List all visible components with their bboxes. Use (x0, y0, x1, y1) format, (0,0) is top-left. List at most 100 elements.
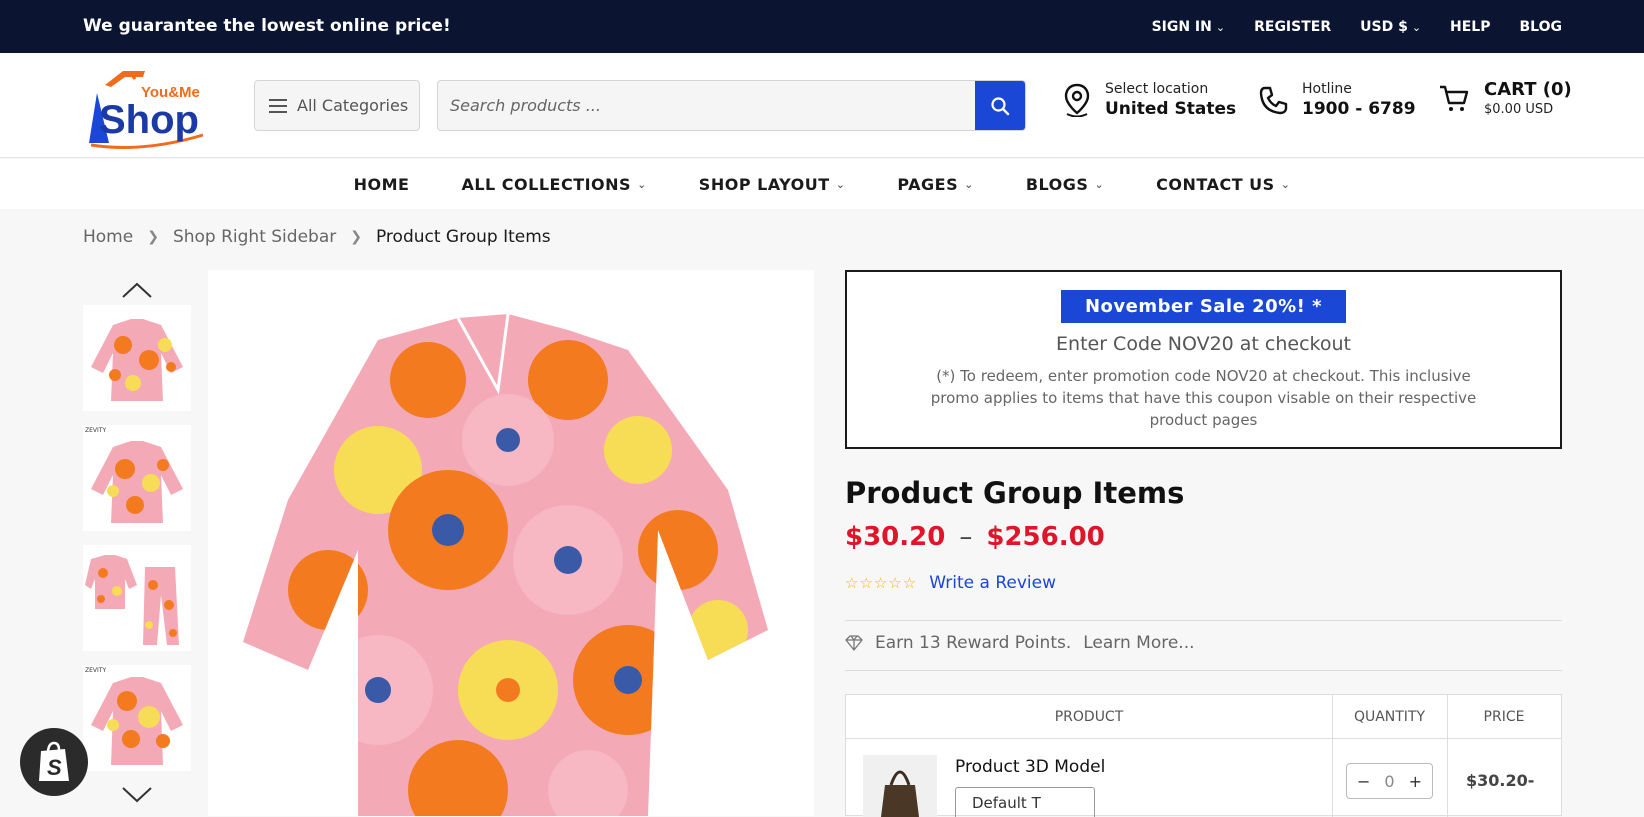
chevron-down-icon: ⌄ (1280, 177, 1291, 191)
svg-text:S: S (47, 755, 62, 780)
thumbnail-2[interactable]: ZEVITY (83, 425, 191, 531)
product-price-range: $30.20 – $256.00 (845, 522, 1105, 552)
chevron-down-icon[interactable] (121, 785, 153, 805)
hotline-label: Hotline (1302, 81, 1352, 97)
sale-badge: November Sale 20%! * (1060, 290, 1347, 323)
divider (845, 670, 1562, 671)
product-thumbnail[interactable] (863, 755, 937, 817)
help-link[interactable]: HELP (1450, 19, 1490, 35)
price-low: $30.20 (845, 522, 946, 552)
hamburger-menu-icon (269, 98, 287, 113)
row-price: $30.20- (1466, 771, 1535, 790)
thumbnail-4[interactable]: ZEVITY (83, 665, 191, 771)
top-links: SIGN IN ⌄ REGISTER USD $ ⌄ HELP BLOG (1152, 0, 1562, 53)
product-group-table: PRODUCT QUANTITY PRICE Product 3D Model … (845, 694, 1562, 817)
outfit-thumbnail-image (85, 555, 179, 645)
logo-main-text: Shop (99, 98, 199, 142)
chevron-down-icon: ⌄ (1215, 20, 1226, 34)
top-bar: We guarantee the lowest online price! SI… (0, 0, 1644, 53)
chevron-down-icon: ⌄ (1411, 20, 1422, 34)
quantity-decrease-button[interactable]: − (1357, 772, 1370, 791)
product-row-name[interactable]: Product 3D Model (955, 757, 1105, 777)
cart-label: CART (0) (1484, 79, 1572, 100)
variant-select[interactable]: Default T (955, 787, 1095, 817)
shirt-thumbnail-image (91, 319, 183, 401)
shirt-thumbnail-image (91, 441, 183, 523)
thumbnail-3[interactable] (83, 545, 191, 651)
chevron-down-icon: ⌄ (637, 177, 647, 191)
location-pin-icon (1064, 83, 1090, 117)
reward-points: Earn 13 Reward Points. Learn More... (845, 633, 1195, 653)
product-title: Product Group Items (845, 476, 1185, 510)
cart-icon (1440, 85, 1469, 111)
shopify-badge[interactable]: S (20, 728, 88, 796)
reward-text: Earn 13 Reward Points. (875, 633, 1072, 653)
search-button[interactable] (975, 81, 1025, 130)
blog-link[interactable]: BLOG (1520, 19, 1563, 35)
search-icon (991, 96, 1010, 115)
promo-description: (*) To redeem, enter promotion code NOV2… (930, 367, 1477, 429)
review-row: ☆☆☆☆☆ Write a Review (845, 573, 1056, 593)
thumbnail-1[interactable] (83, 305, 191, 411)
breadcrumb-home[interactable]: Home (83, 227, 133, 247)
location-label: Select location (1105, 81, 1209, 97)
site-logo[interactable]: You&Me Shop (83, 63, 218, 149)
nav-item-home[interactable]: HOME (354, 175, 410, 194)
currency-select[interactable]: USD $ ⌄ (1360, 19, 1421, 35)
nav-item-contact-us[interactable]: CONTACT US ⌄ (1156, 175, 1290, 194)
search-input[interactable] (438, 81, 977, 130)
nav-item-blogs[interactable]: BLOGS ⌄ (1026, 175, 1104, 194)
breadcrumb-current: Product Group Items (375, 227, 551, 247)
hotline[interactable]: Hotline 1900 - 6789 (1258, 81, 1416, 119)
phone-icon (1259, 86, 1288, 115)
sign-in-link[interactable]: SIGN IN ⌄ (1152, 19, 1226, 35)
variant-value: Default T (972, 794, 1041, 812)
quantity-stepper[interactable]: − 0 + (1346, 763, 1433, 799)
table-row: Product 3D Model Default T − 0 + $30.20- (846, 739, 1561, 817)
main-nav: HOME ALL COLLECTIONS ⌄ SHOP LAYOUT ⌄ PAGES… (0, 159, 1644, 209)
shop-bag-logo-icon: You&Me Shop (89, 71, 204, 149)
promo-code-text: Enter Code NOV20 at checkout (1056, 333, 1351, 355)
bag-image (881, 770, 919, 817)
nav-item-shop-layout[interactable]: SHOP LAYOUT ⌄ (699, 175, 846, 194)
chevron-down-icon: ⌄ (964, 177, 974, 191)
chevron-up-icon[interactable] (121, 280, 153, 300)
location-selector[interactable]: Select location United States (1063, 81, 1236, 119)
star-rating: ☆☆☆☆☆ (845, 574, 918, 592)
nav-item-pages[interactable]: PAGES ⌄ (897, 175, 973, 194)
thumbnail-brand-label: ZEVITY (85, 667, 107, 674)
chevron-down-icon: ⌄ (1094, 177, 1105, 191)
all-categories-button[interactable]: All Categories (254, 80, 420, 131)
cart-total: $0.00 USD (1484, 102, 1554, 117)
shopify-bag-icon: S (39, 741, 69, 781)
floral-shirt-image (243, 313, 768, 816)
learn-more-link[interactable]: Learn More... (1083, 633, 1194, 653)
breadcrumb: Home ❯ Shop Right Sidebar ❯ Product Grou… (83, 227, 551, 247)
quantity-value[interactable]: 0 (1384, 772, 1394, 791)
diamond-icon (845, 635, 863, 651)
register-link[interactable]: REGISTER (1254, 19, 1331, 35)
shirt-thumbnail-image (91, 677, 183, 765)
price-high: $256.00 (986, 522, 1105, 552)
breadcrumb-shop-right-sidebar[interactable]: Shop Right Sidebar (173, 227, 336, 247)
all-categories-label: All Categories (297, 96, 409, 115)
price-separator: – (959, 522, 973, 552)
chevron-down-icon: ⌄ (835, 177, 846, 191)
cart-button[interactable]: CART (0) $0.00 USD (1438, 79, 1572, 117)
quantity-increase-button[interactable]: + (1409, 772, 1422, 791)
promo-message: We guarantee the lowest online price! (83, 16, 451, 36)
write-review-link[interactable]: Write a Review (929, 573, 1056, 593)
promo-banner: November Sale 20%! * Enter Code NOV20 at… (845, 270, 1562, 449)
thumbnail-brand-label: ZEVITY (85, 427, 107, 434)
thumbnail-gallery: ZEVITY ZEVITY (83, 275, 191, 815)
site-header: You&Me Shop All Categories Select locati… (0, 53, 1644, 158)
product-main-image[interactable] (208, 270, 814, 816)
hotline-number: 1900 - 6789 (1302, 99, 1416, 119)
location-value: United States (1105, 99, 1237, 119)
table-header: PRODUCT QUANTITY PRICE (846, 695, 1561, 739)
chevron-right-icon: ❯ (350, 229, 362, 245)
nav-item-all-collections[interactable]: ALL COLLECTIONS ⌄ (461, 175, 646, 194)
divider (845, 620, 1562, 621)
chevron-right-icon: ❯ (147, 229, 159, 245)
column-header-price: PRICE (1483, 709, 1525, 725)
